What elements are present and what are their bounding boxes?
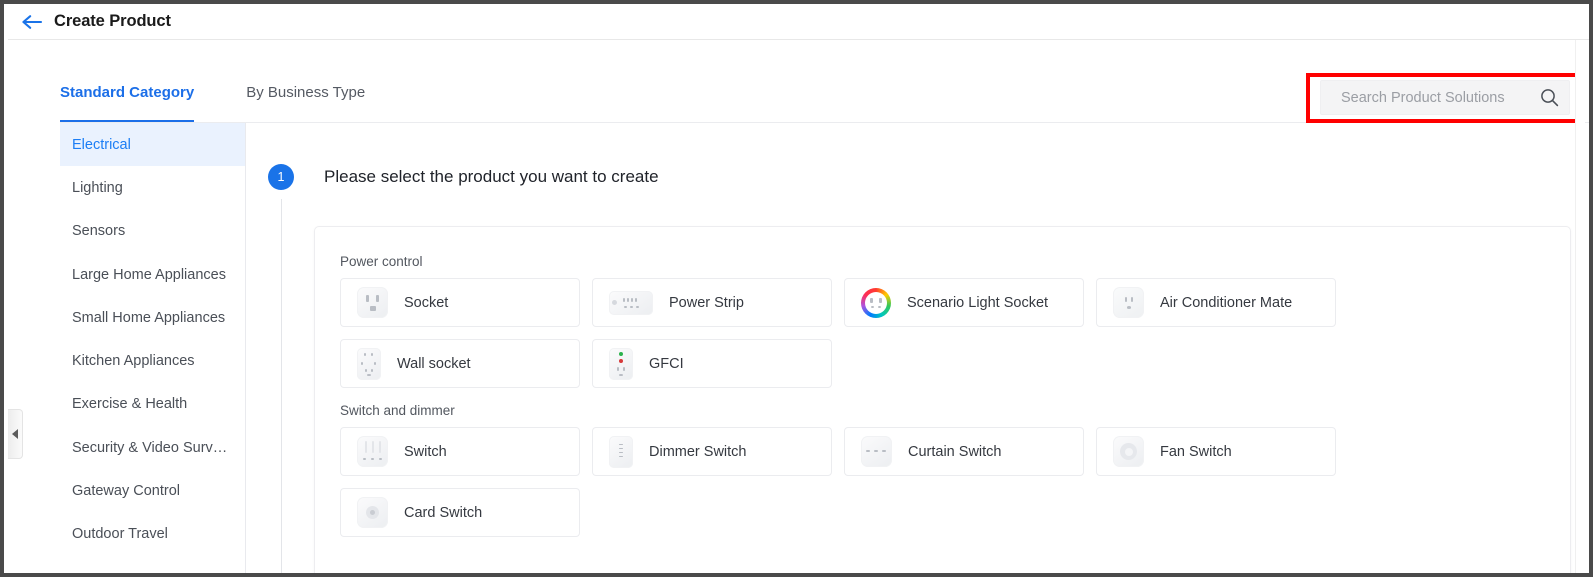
product-card-card-switch[interactable]: Card Switch: [340, 488, 580, 537]
product-card-label: Scenario Light Socket: [907, 294, 1049, 311]
product-card-label: Card Switch: [404, 504, 483, 521]
socket-icon: [357, 287, 388, 318]
product-card-wall-socket[interactable]: Wall socket: [340, 339, 580, 388]
group-title-switch-and-dimmer: Switch and dimmer: [340, 403, 455, 418]
sidebar-item-label: Small Home Appliances: [72, 309, 226, 326]
fan-switch-icon: [1113, 436, 1144, 467]
product-selection-panel: Power control Socket Power Strip Scenario …: [314, 226, 1571, 573]
product-card-label: Wall socket: [397, 355, 471, 372]
sidebar-item-exercise-health[interactable]: Exercise & Health: [60, 383, 245, 426]
product-card-label: Curtain Switch: [908, 443, 1002, 460]
product-card-label: Air Conditioner Mate: [1160, 294, 1293, 311]
gfci-icon: [609, 347, 633, 380]
product-card-scenario-light-socket[interactable]: Scenario Light Socket: [844, 278, 1084, 327]
scenario-light-socket-icon: [861, 287, 891, 318]
product-card-gfci[interactable]: GFCI: [592, 339, 832, 388]
sidebar-item-label: Kitchen Appliances: [72, 353, 195, 370]
product-card-switch[interactable]: Switch: [340, 427, 580, 476]
page-scrollbar[interactable]: [1575, 40, 1585, 573]
step-header: 1 Please select the product you want to …: [268, 164, 659, 190]
sidebar-item-label: Security & Video Surv…: [72, 439, 228, 456]
sidebar-item-security-video-surv[interactable]: Security & Video Surv…: [60, 426, 245, 469]
product-card-power-strip[interactable]: Power Strip: [592, 278, 832, 327]
create-product-screen: Create Product Standard Category By Busi…: [0, 0, 1593, 577]
sidebar-item-electrical[interactable]: Electrical: [60, 123, 245, 167]
group-title-power-control: Power control: [340, 254, 423, 269]
sidebar-collapse-handle[interactable]: [8, 409, 23, 459]
search-icon[interactable]: [1540, 88, 1559, 107]
tab-by-business-type-label: By Business Type: [246, 84, 366, 101]
tab-standard-category-label: Standard Category: [60, 84, 195, 101]
tab-standard-category[interactable]: Standard Category: [60, 84, 195, 123]
product-card-label: Switch: [404, 443, 447, 460]
sidebar-item-label: Large Home Appliances: [72, 266, 226, 283]
top-bar: Create Product: [8, 4, 1589, 40]
air-conditioner-mate-icon: [1113, 287, 1144, 318]
switch-icon: [357, 436, 388, 467]
sidebar-item-small-home-appliances[interactable]: Small Home Appliances: [60, 296, 245, 339]
product-card-curtain-switch[interactable]: Curtain Switch: [844, 427, 1084, 476]
wall-socket-icon: [357, 347, 381, 380]
sidebar-item-label: Exercise & Health: [72, 396, 188, 413]
tab-list: Standard Category By Business Type: [60, 40, 417, 123]
search-input[interactable]: [1341, 89, 1534, 106]
sidebar-item-label: Gateway Control: [72, 483, 180, 500]
tab-by-business-type[interactable]: By Business Type: [246, 84, 365, 123]
product-card-air-conditioner-mate[interactable]: Air Conditioner Mate: [1096, 278, 1336, 327]
search-product-solutions-box[interactable]: [1320, 80, 1570, 115]
sidebar-item-gateway-control[interactable]: Gateway Control: [60, 469, 245, 512]
tabs-divider: [60, 122, 1589, 123]
sidebar-item-kitchen-appliances[interactable]: Kitchen Appliances: [60, 339, 245, 382]
power-strip-icon: [609, 290, 653, 315]
product-card-socket[interactable]: Socket: [340, 278, 580, 327]
sidebar-item-large-home-appliances[interactable]: Large Home Appliances: [60, 253, 245, 296]
sidebar-item-label: Electrical: [72, 136, 131, 153]
chevron-left-icon: [12, 429, 18, 439]
sidebar-item-lighting[interactable]: Lighting: [60, 166, 245, 209]
back-arrow-icon[interactable]: [19, 9, 45, 35]
product-card-dimmer-switch[interactable]: Dimmer Switch: [592, 427, 832, 476]
sidebar-item-outdoor-travel[interactable]: Outdoor Travel: [60, 513, 245, 556]
product-card-label: Power Strip: [669, 294, 744, 311]
product-card-label: Fan Switch: [1160, 443, 1232, 460]
dimmer-switch-icon: [609, 435, 633, 468]
sidebar-item-label: Lighting: [72, 179, 123, 196]
product-card-fan-switch[interactable]: Fan Switch: [1096, 427, 1336, 476]
product-card-label: GFCI: [649, 355, 684, 372]
curtain-switch-icon: [861, 436, 892, 467]
card-switch-icon: [357, 497, 388, 528]
sidebar-item-sensors[interactable]: Sensors: [60, 210, 245, 253]
sidebar-item-label: Sensors: [72, 223, 126, 240]
category-sidebar: Electrical Lighting Sensors Large Home Appl…: [60, 123, 246, 573]
step-instruction: Please select the product you want to cr…: [324, 167, 659, 186]
product-card-grid-power-control: Socket Power Strip Scenario Light Socket Ai…: [315, 278, 1560, 388]
page-title: Create Product: [54, 12, 171, 30]
product-card-grid-switch-and-dimmer: Switch Dimmer Switch Curtain Switch Fan Swi…: [315, 427, 1560, 537]
sidebar-item-label: Outdoor Travel: [72, 526, 168, 543]
product-card-label: Dimmer Switch: [649, 443, 747, 460]
step-badge: 1: [268, 164, 294, 190]
product-card-label: Socket: [404, 294, 449, 311]
step-connector-line: [280, 199, 282, 573]
